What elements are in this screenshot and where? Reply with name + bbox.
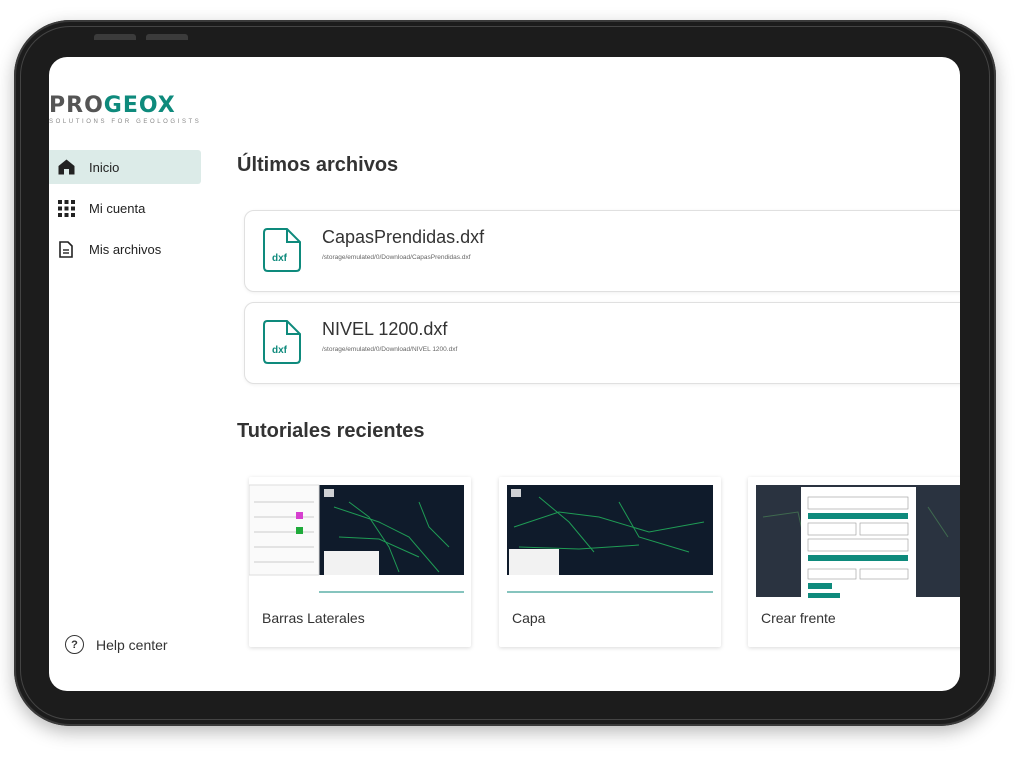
tutorial-title: Barras Laterales — [262, 610, 365, 626]
question-circle-icon: ? — [65, 635, 84, 654]
recent-files-title: Últimos archivos — [237, 154, 399, 176]
file-card[interactable]: dxf CapasPrendidas.dxf /storage/emulated… — [244, 210, 960, 292]
tutorial-thumbnail — [748, 477, 960, 602]
home-icon — [57, 158, 75, 176]
sidebar-item-mis-archivos[interactable]: Mis archivos — [49, 232, 201, 266]
file-path: /storage/emulated/0/Download/NIVEL 1200.… — [322, 346, 458, 353]
svg-text:dxf: dxf — [272, 345, 288, 356]
sidebar-item-label: Mis archivos — [89, 241, 162, 257]
grid-icon — [57, 199, 75, 217]
svg-text:dxf: dxf — [272, 253, 288, 264]
file-name: NIVEL 1200.dxf — [322, 319, 448, 339]
tutorials-title: Tutoriales recientes — [237, 420, 425, 442]
logo-tagline: SOLUTIONS FOR GEOLOGISTS — [49, 119, 202, 125]
document-icon — [57, 240, 75, 258]
file-path: /storage/emulated/0/Download/CapasPrendi… — [322, 254, 471, 261]
file-name: CapasPrendidas.dxf — [322, 227, 485, 247]
logo-text-pro: PRO — [49, 93, 104, 118]
dxf-file-icon: dxf — [263, 228, 301, 277]
dxf-file-icon: dxf — [263, 320, 301, 369]
sidebar-nav: Inicio Mi cuenta Mis archivos — [49, 150, 201, 273]
sidebar-item-label: Mi cuenta — [89, 200, 146, 216]
app-screen: PROGEOX SOLUTIONS FOR GEOLOGISTS Inicio … — [49, 57, 960, 691]
help-center-link[interactable]: ? Help center — [65, 635, 168, 654]
tutorial-card[interactable]: Barras Laterales — [249, 477, 471, 647]
tutorial-title: Capa — [512, 610, 546, 626]
tutorial-thumbnail — [499, 477, 721, 602]
tutorial-thumbnail — [249, 477, 471, 602]
sidebar-item-mi-cuenta[interactable]: Mi cuenta — [49, 191, 201, 225]
tutorial-card[interactable]: Capa — [499, 477, 721, 647]
sidebar-item-inicio[interactable]: Inicio — [49, 150, 201, 184]
help-center-label: Help center — [96, 636, 168, 653]
file-card[interactable]: dxf NIVEL 1200.dxf /storage/emulated/0/D… — [244, 302, 960, 384]
tutorial-card[interactable]: Crear frente — [748, 477, 960, 647]
volume-button — [94, 34, 136, 40]
logo-text-geox: GEOX — [103, 93, 176, 118]
sidebar-item-label: Inicio — [89, 159, 120, 175]
tutorial-title: Crear frente — [761, 610, 836, 626]
progeox-logo: PROGEOX SOLUTIONS FOR GEOLOGISTS — [49, 93, 209, 126]
power-button — [146, 34, 188, 40]
